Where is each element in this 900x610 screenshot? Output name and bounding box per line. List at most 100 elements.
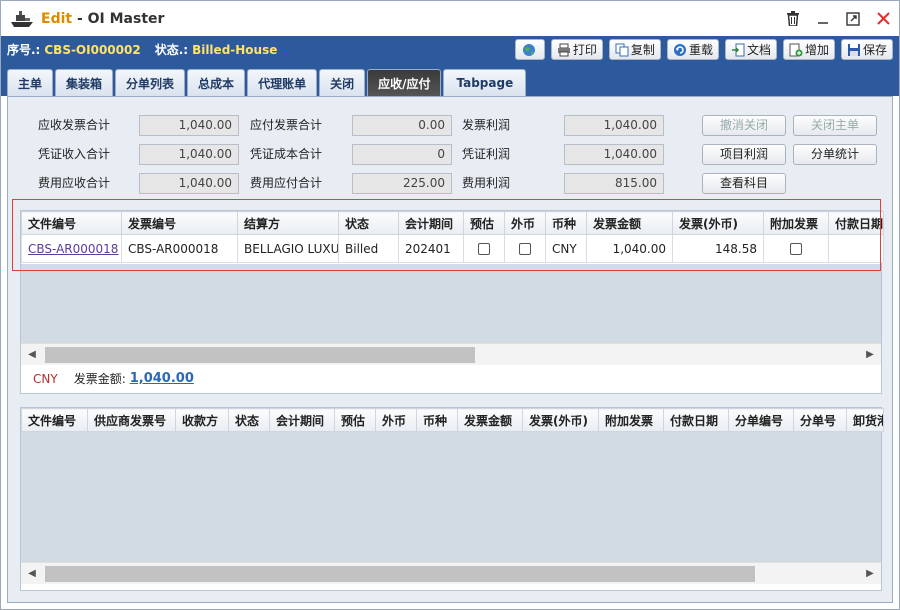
ap-invoice-total-label: 应付发票合计 [250,118,323,132]
col-currency[interactable]: 币种 [545,211,587,235]
tab-house-list[interactable]: 分单列表 [115,69,186,96]
ap-col-file-no[interactable]: 文件编号 [21,408,88,432]
col-foreign[interactable]: 外币 [504,211,546,235]
fee-ar-total-label: 费用应收合计 [38,176,111,190]
col-settle-party[interactable]: 结算方 [237,211,339,235]
documents-button[interactable]: 文档 [724,39,777,60]
ap-grid-empty-area [21,432,881,568]
add-document-icon [789,43,803,56]
ar-invoice-total-label: 应收发票合计 [38,118,111,132]
ap-col-foreign[interactable]: 外币 [375,408,417,432]
ap-col-extra-invoice[interactable]: 附加发票 [598,408,664,432]
ap-col-house-no[interactable]: 分单号 [793,408,847,432]
tab-agent-bill[interactable]: 代理账单 [247,69,318,96]
ap-col-amount-fc[interactable]: 发票(外币) [522,408,599,432]
estimated-checkbox[interactable] [478,243,490,255]
project-profit-button[interactable]: 项目利润 [702,144,786,165]
cell-currency: CNY [545,234,587,263]
voucher-profit-field[interactable]: 1,040.00 [564,144,664,165]
cell-extra-invoice [763,234,829,263]
tab-main[interactable]: 主单 [7,69,54,96]
ap-col-pay-date[interactable]: 付款日期 [663,408,729,432]
ap-col-amount[interactable]: 发票金额 [457,408,523,432]
tab-tabpage[interactable]: Tabpage [443,69,527,96]
tab-ar-ap[interactable]: 应收/应付 [367,69,442,96]
invoice-profit-field[interactable]: 1,040.00 [564,115,664,136]
col-status[interactable]: 状态 [338,211,399,235]
col-period[interactable]: 会计期间 [398,211,464,235]
tab-strip: 主单 集装箱 分单列表 总成本 代理账单 关闭 应收/应付 Tabpage [1,63,899,96]
ap-col-estimated[interactable]: 预估 [334,408,376,432]
tab-total-cost[interactable]: 总成本 [187,69,246,96]
trash-icon[interactable] [785,11,801,27]
ap-col-status[interactable]: 状态 [228,408,270,432]
col-invoice-no[interactable]: 发票编号 [121,211,238,235]
house-stats-button[interactable]: 分单统计 [793,144,877,165]
fee-profit-label: 费用利润 [462,176,511,190]
footer-currency: CNY [33,371,58,386]
close-icon[interactable] [875,11,891,27]
ap-col-discharge-port[interactable]: 卸货港 [846,408,884,432]
globe-button[interactable] [514,39,545,60]
status-value: Billed-House [192,42,278,57]
scroll-right-icon[interactable]: ▶ [863,347,877,363]
ap-col-currency[interactable]: 币种 [416,408,458,432]
ap-invoice-total-field[interactable]: 0.00 [352,115,452,136]
col-file-no[interactable]: 文件编号 [21,211,122,235]
save-button[interactable]: 保存 [840,39,893,60]
ar-scroll-thumb[interactable] [45,347,475,363]
copy-button[interactable]: 复制 [608,39,661,60]
edit-mode-label: Edit [41,10,73,27]
footer-amount-value[interactable]: 1,040.00 [130,371,194,386]
fee-ap-total-field[interactable]: 225.00 [352,173,452,194]
view-accounts-button[interactable]: 查看科目 [702,173,786,194]
serial-value: CBS-OI000002 [44,42,141,57]
add-button[interactable]: 增加 [782,39,835,60]
ar-invoice-total-field[interactable]: 1,040.00 [139,115,239,136]
ar-ap-panel: 应收发票合计 1,040.00 凭证收入合计 1,040.00 费用应收合计 1… [7,96,893,603]
col-extra-invoice[interactable]: 附加发票 [763,211,829,235]
cancel-close-button[interactable]: 撤消关闭 [702,115,786,136]
record-info-bar: 序号.: CBS-OI000002 状态.: Billed-House 打印 复… [1,36,899,63]
close-master-button[interactable]: 关闭主单 [793,115,877,136]
print-button[interactable]: 打印 [550,39,603,60]
reload-icon [673,43,686,56]
minimize-icon[interactable] [815,11,831,27]
ap-col-house-id[interactable]: 分单编号 [728,408,794,432]
maximize-icon[interactable] [845,11,861,27]
col-pay-date[interactable]: 付款日期 [828,211,884,235]
toolbar: 打印 复制 重载 文档 增加 保存 [514,39,893,60]
invoice-profit-label: 发票利润 [462,118,511,132]
file-no-link[interactable]: CBS-AR000018 [28,242,118,256]
window-title: Edit - OI Master [41,11,164,27]
voucher-cost-total-field[interactable]: 0 [352,144,452,165]
ap-scroll-left-icon[interactable]: ◀ [25,566,39,582]
ap-col-supplier-invoice-no[interactable]: 供应商发票号 [87,408,176,432]
ap-scroll-right-icon[interactable]: ▶ [863,566,877,582]
ap-col-payee[interactable]: 收款方 [175,408,229,432]
foreign-checkbox[interactable] [519,243,531,255]
printer-icon [557,43,570,56]
voucher-income-total-field[interactable]: 1,040.00 [139,144,239,165]
window-controls [785,11,891,27]
window-title-text: OI Master [87,10,165,27]
ap-col-period[interactable]: 会计期间 [269,408,335,432]
ar-horizontal-scrollbar[interactable]: ◀ ▶ [21,343,881,365]
ap-horizontal-scrollbar[interactable]: ◀ ▶ [21,562,881,584]
cell-amount: 1,040.00 [586,234,673,263]
copy-icon [615,43,629,56]
ship-icon [11,10,33,27]
ap-scroll-thumb[interactable] [45,566,755,582]
reload-button[interactable]: 重载 [666,39,719,60]
scroll-left-icon[interactable]: ◀ [25,347,39,363]
tab-containers[interactable]: 集装箱 [55,69,114,96]
col-amount[interactable]: 发票金额 [586,211,673,235]
cell-file-no[interactable]: CBS-AR000018 [21,234,122,263]
extra-invoice-checkbox[interactable] [790,243,802,255]
table-row[interactable]: CBS-AR000018 CBS-AR000018 BELLAGIO LUXUR… [21,234,884,263]
col-estimated[interactable]: 预估 [463,211,505,235]
fee-ar-total-field[interactable]: 1,040.00 [139,173,239,194]
fee-profit-field[interactable]: 815.00 [564,173,664,194]
tab-close[interactable]: 关闭 [319,69,366,96]
col-amount-fc[interactable]: 发票(外币) [672,211,764,235]
